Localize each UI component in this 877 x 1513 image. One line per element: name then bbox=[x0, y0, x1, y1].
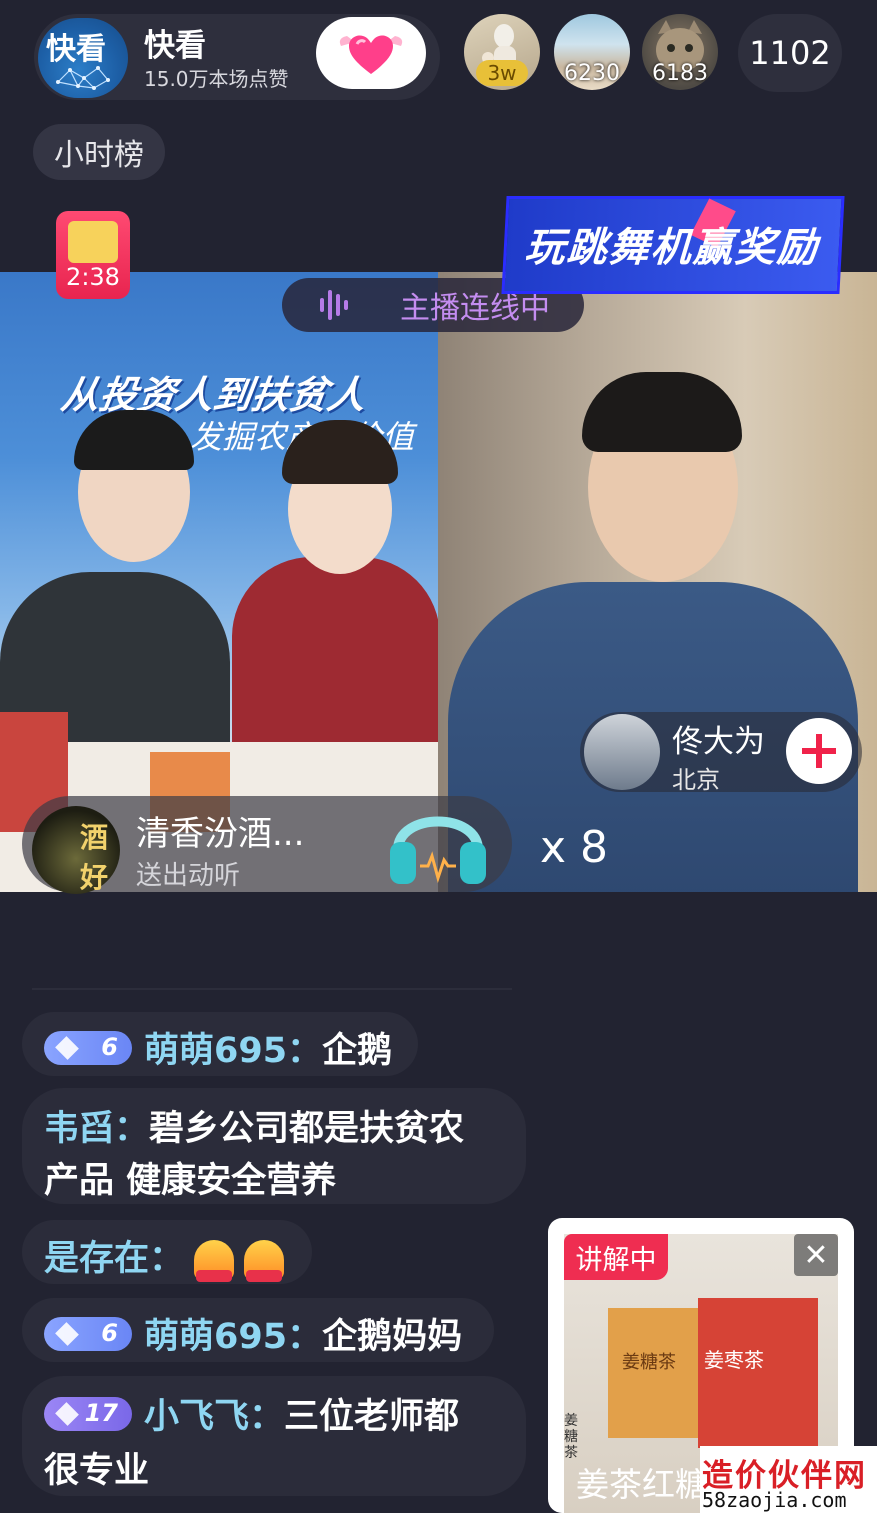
follow-button[interactable] bbox=[316, 17, 426, 89]
product-box-ginger-date bbox=[698, 1298, 818, 1448]
guest-avatar[interactable] bbox=[584, 714, 660, 790]
audio-wave-icon bbox=[320, 290, 348, 320]
host-avatar[interactable]: 快看 bbox=[38, 18, 128, 98]
chat-message[interactable]: 17 小飞飞：三位老师都 很专业 bbox=[22, 1376, 526, 1496]
chat-text: 碧乡公司都是扶贫农 bbox=[149, 1109, 465, 1149]
viewer-avatar[interactable]: 3w bbox=[464, 14, 540, 90]
close-icon[interactable]: ✕ bbox=[794, 1234, 838, 1276]
viewer-total-count[interactable]: 1102 bbox=[738, 14, 842, 92]
clap-hands-icon bbox=[194, 1240, 235, 1282]
chat-username: 萌萌695： bbox=[144, 1317, 323, 1357]
chat-text-cont: 产品 健康安全营养 bbox=[44, 1161, 337, 1201]
red-packet-icon bbox=[68, 221, 118, 263]
chat-text: 企鹅 bbox=[322, 1031, 393, 1071]
chat-text: 企鹅妈妈 bbox=[322, 1317, 463, 1357]
level-badge: 6 bbox=[44, 1031, 132, 1065]
gift-count: x 8 bbox=[540, 822, 609, 873]
product-side-label: 姜糖茶 bbox=[564, 1413, 578, 1461]
product-box-label: 姜枣茶 bbox=[704, 1348, 764, 1372]
chat-text: 三位老师都 bbox=[284, 1397, 460, 1437]
dance-machine-banner[interactable]: 玩跳舞机赢奖励 bbox=[501, 196, 845, 294]
level-badge: 17 bbox=[44, 1397, 132, 1431]
diamond-icon bbox=[55, 1322, 79, 1346]
explaining-tag: 讲解中 bbox=[564, 1234, 668, 1280]
follow-guest-button[interactable] bbox=[786, 718, 852, 784]
chat-message[interactable]: 6 萌萌695：企鹅妈妈 bbox=[22, 1298, 494, 1362]
host-name: 快看 bbox=[144, 28, 206, 64]
chat-message[interactable]: 6 萌萌695：企鹅 bbox=[22, 1012, 418, 1076]
gift-sender-name: 清香汾酒... bbox=[136, 814, 305, 854]
viewer-count: 6183 bbox=[652, 61, 708, 86]
presenter-hair bbox=[74, 410, 194, 470]
viewer-count-badge: 3w bbox=[476, 60, 528, 86]
divider bbox=[32, 988, 512, 990]
chat-username: 小飞飞： bbox=[144, 1397, 285, 1437]
viewer-avatar[interactable]: 6230 bbox=[554, 14, 630, 90]
chat-message[interactable]: 是存在： bbox=[22, 1220, 312, 1284]
chat-text-cont: 很专业 bbox=[44, 1451, 150, 1491]
guest-name: 佟大为 bbox=[672, 724, 765, 760]
gift-description: 送出动听 bbox=[136, 861, 241, 891]
guest-hair bbox=[582, 372, 742, 452]
chat-username: 韦舀： bbox=[44, 1109, 150, 1149]
banner-text: 玩跳舞机赢奖励 bbox=[523, 225, 821, 271]
clap-hands-icon bbox=[244, 1240, 285, 1282]
chat-message[interactable]: 韦舀：碧乡公司都是扶贫农 产品 健康安全营养 bbox=[22, 1088, 526, 1204]
gift-sender-avatar[interactable]: 酒好 bbox=[32, 806, 120, 894]
video-right-panel bbox=[438, 272, 877, 892]
timer-text: 2:38 bbox=[66, 263, 120, 291]
watermark-logo: 造价伙伴网 58zaojia.com bbox=[700, 1446, 877, 1513]
product-caption: 姜茶红糖 bbox=[576, 1465, 708, 1504]
host-likes: 15.0万本场点赞 bbox=[144, 67, 289, 91]
network-icon bbox=[56, 66, 110, 90]
gift-sender-avatar-text: 酒好 bbox=[80, 821, 109, 894]
viewer-count: 6230 bbox=[564, 61, 620, 86]
guest-location: 北京 bbox=[672, 766, 720, 794]
headphones-icon bbox=[390, 816, 486, 884]
chat-username: 是存在： bbox=[44, 1239, 185, 1279]
video-slogan: 从投资人到扶贫人 bbox=[58, 373, 369, 417]
product-box-label: 姜糖茶 bbox=[622, 1352, 676, 1373]
diamond-icon bbox=[55, 1036, 79, 1060]
chat-username: 萌萌695： bbox=[144, 1031, 323, 1071]
winged-heart-icon bbox=[339, 35, 403, 74]
viewer-avatar[interactable]: 6183 bbox=[642, 14, 718, 90]
level-badge: 6 bbox=[44, 1317, 132, 1351]
diamond-icon bbox=[55, 1402, 79, 1426]
red-packet-timer[interactable]: 2:38 bbox=[56, 211, 130, 299]
hour-rank-button[interactable]: 小时榜 bbox=[33, 124, 165, 180]
watermark-url: 58zaojia.com bbox=[702, 1488, 847, 1512]
